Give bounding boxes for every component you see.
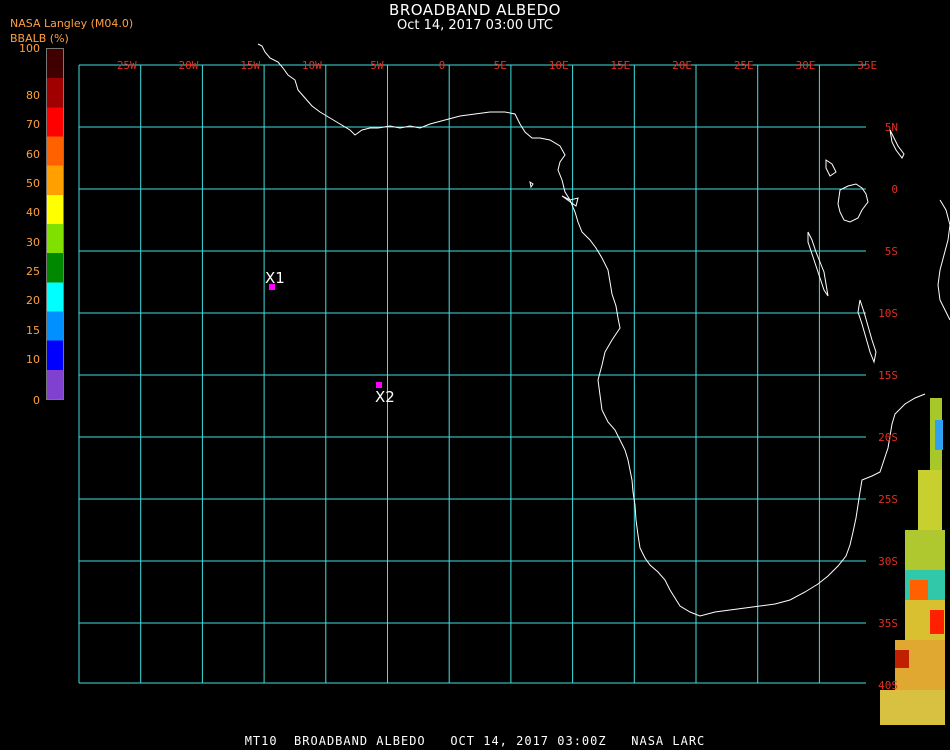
latitude-label: 15S — [878, 369, 898, 382]
lake-victoria-coastline — [837, 183, 869, 223]
lake-tanganyika-coastline — [807, 231, 829, 297]
latitude-label: 30S — [878, 555, 898, 568]
swath-segment — [905, 530, 945, 570]
longitude-label: 20W — [179, 59, 199, 72]
latitude-label: 20S — [878, 431, 898, 444]
footer-caption: MT10 BROADBAND ALBEDO OCT 14, 2017 03:00… — [244, 734, 706, 748]
longitude-label: 10W — [302, 59, 322, 72]
latitude-label: 25S — [878, 493, 898, 506]
latitude-labels: 5N 0 5S 10S 15S 20S 25S 30S 35S 40S — [878, 121, 898, 692]
lat-lon-grid — [78, 64, 866, 684]
lake-albert-coastline — [825, 159, 837, 177]
x2-label: X2 — [375, 388, 395, 406]
swath-segment — [930, 610, 944, 634]
longitude-label: 20E — [672, 59, 692, 72]
longitude-label: 35E — [857, 59, 877, 72]
longitude-label: 5E — [494, 59, 507, 72]
lake-turkana-coastline — [889, 129, 905, 159]
longitude-label: 15W — [240, 59, 260, 72]
africa-coastline — [257, 43, 926, 617]
lake-malawi-coastline — [857, 299, 877, 364]
longitude-label: 0 — [439, 59, 446, 72]
latitude-label: 5N — [885, 121, 898, 134]
x1-label: X1 — [265, 269, 285, 287]
longitude-label: 30E — [796, 59, 816, 72]
latitude-label: 5S — [885, 245, 898, 258]
longitude-label: 25W — [117, 59, 137, 72]
longitude-label: 15E — [610, 59, 630, 72]
swath-segment — [880, 690, 945, 725]
latitude-label: 10S — [878, 307, 898, 320]
swath-segment — [895, 650, 909, 668]
sample-points: X1 X2 — [265, 269, 395, 406]
latitude-label: 0 — [891, 183, 898, 196]
longitude-label: 25E — [734, 59, 754, 72]
coastline — [257, 43, 950, 617]
swath-segment — [935, 420, 943, 450]
map-canvas[interactable]: 25W 20W 15W 10W 5W 0 5E 10E 15E 20E 25E 30E 35E 5N05… — [0, 0, 950, 750]
swath-segment — [910, 580, 928, 600]
longitude-label: 10E — [549, 59, 569, 72]
latitude-label: 35S — [878, 617, 898, 630]
gulf-of-guinea-island — [529, 180, 534, 189]
madagascar-coastline — [937, 199, 950, 321]
swath-segment — [918, 470, 942, 530]
longitude-label: 5W — [370, 59, 384, 72]
latitude-label: 40S — [878, 679, 898, 692]
